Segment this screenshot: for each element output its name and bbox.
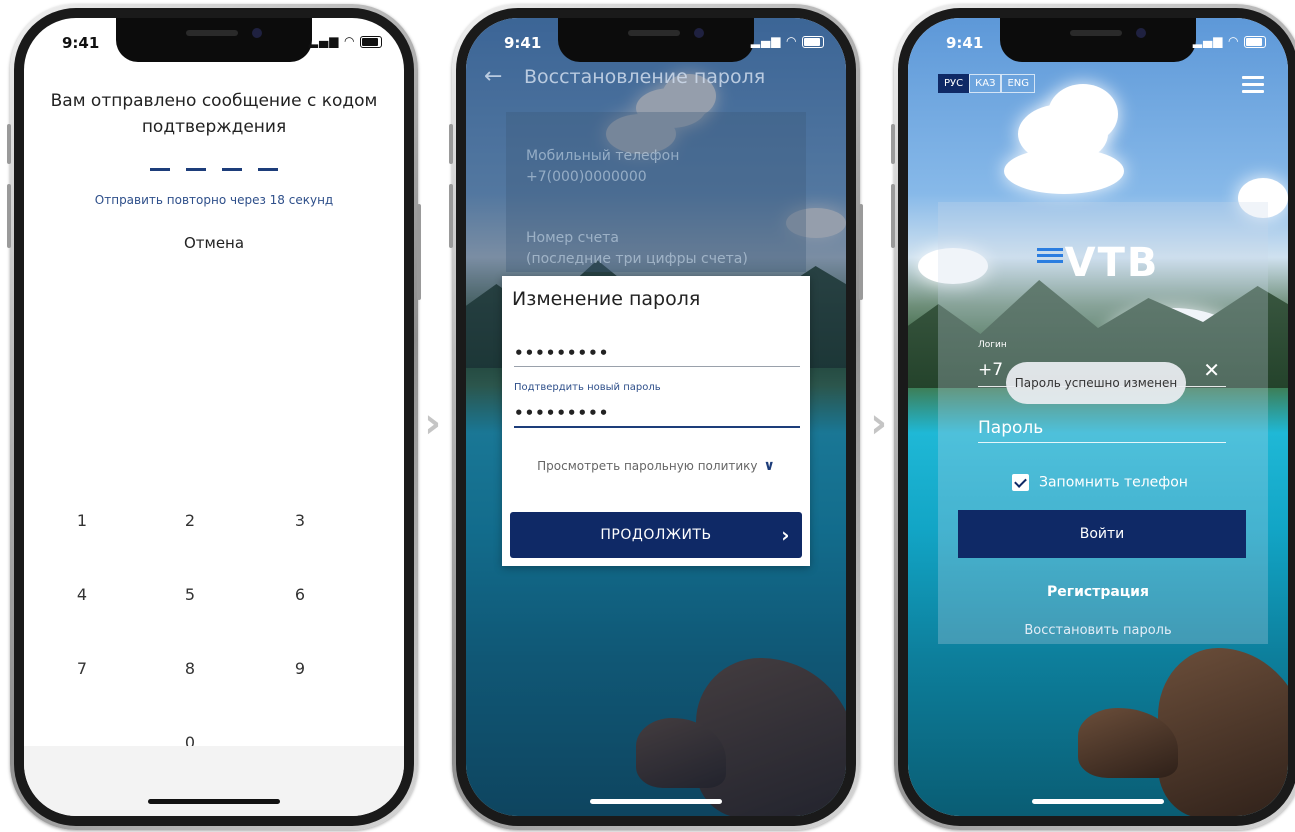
key-3[interactable]: 3 [280,511,320,530]
phone-field[interactable]: Мобильный телефон +7(000)0000000 [526,146,679,188]
screen-header: ← Восстановление пароля [484,64,836,94]
phone-frame-login: 9:41 ▂▄▆ ◠ РУС КАЗ ENG VTB Логин +7 ✕ Паро… [891,4,1295,830]
password-policy-toggle[interactable]: Просмотреть парольную политику ∨ [502,458,810,474]
key-9[interactable]: 9 [280,659,320,678]
logo-text: VTB [1064,240,1160,286]
status-bar: 9:41 ▂▄▆ ◠ [466,34,846,58]
page-title: Вам отправлено сообщение с кодом подтвер… [44,88,384,140]
key-8[interactable]: 8 [170,659,210,678]
language-switcher: РУС КАЗ ENG [938,74,1036,93]
account-field-label: Номер счета [526,230,619,246]
login-screen: 9:41 ▂▄▆ ◠ РУС КАЗ ENG VTB Логин +7 ✕ Паро… [908,18,1288,816]
keypad-bottom-area [24,746,404,816]
key-2[interactable]: 2 [170,511,210,530]
back-arrow-icon[interactable]: ← [484,64,502,89]
key-1[interactable]: 1 [62,511,102,530]
continue-button-label: ПРОДОЛЖИТЬ [600,527,712,543]
phone-frame-sms-code: 9:41 ▂▄▆ ◠ Вам отправлено сообщение с ко… [7,4,421,830]
key-6[interactable]: 6 [280,585,320,604]
account-field-hint: (последние три цифры счета) [526,251,748,267]
status-time: 9:41 [504,34,542,52]
success-toast: Пароль успешно изменен [1006,362,1186,404]
cancel-button[interactable]: Отмена [24,234,404,252]
vtb-logo: VTB [908,240,1288,286]
status-bar: 9:41 ▂▄▆ ◠ [24,34,404,58]
account-field[interactable]: Номер счета (последние три цифры счета) [526,228,748,270]
password-underline [978,442,1226,443]
logo-stripes-icon [1036,248,1063,266]
signal-wifi-battery-icon: ▂▄▆ ◠ [751,34,824,48]
signal-wifi-battery-icon: ▂▄▆ ◠ [1193,34,1266,48]
key-5[interactable]: 5 [170,585,210,604]
status-time: 9:41 [946,34,984,52]
home-indicator[interactable] [148,799,280,804]
confirm-password-input[interactable]: ••••••••• [514,404,800,428]
login-input[interactable]: +7 [978,360,1003,380]
code-digit-slot [186,168,206,171]
remember-phone-label: Запомнить телефон [1039,474,1188,491]
hamburger-menu-icon[interactable] [1242,76,1264,97]
lang-kaz-button[interactable]: КАЗ [969,74,1002,93]
checkbox-checked-icon[interactable] [1012,474,1029,491]
phone-field-label: Мобильный телефон [526,148,680,164]
title-line-1: Вам отправлено сообщение с кодом [50,91,378,111]
lang-eng-button[interactable]: ENG [1001,74,1036,93]
chevron-down-icon: ∨ [763,458,775,474]
recover-password-link[interactable]: Восстановить пароль [908,623,1288,638]
resend-code-link[interactable]: Отправить повторно через 18 секунд [24,193,404,207]
next-step-chevron-icon: › [424,398,442,447]
key-4[interactable]: 4 [62,585,102,604]
clear-input-icon[interactable]: ✕ [1203,358,1220,382]
password-change-screen: 9:41 ▂▄▆ ◠ ← Восстановление пароля Мобил… [466,18,846,816]
phone-frame-password-change: 9:41 ▂▄▆ ◠ ← Восстановление пароля Мобил… [449,4,863,830]
code-digit-slot [258,168,278,171]
title-line-2: подтверждения [141,117,287,137]
remember-phone-checkbox[interactable]: Запомнить телефон [1012,474,1188,491]
phone-field-value: +7(000)0000000 [526,169,647,185]
new-password-input[interactable]: ••••••••• [514,344,800,367]
login-label: Логин [978,340,1007,350]
lang-rus-button[interactable]: РУС [938,74,970,93]
sms-code-screen: 9:41 ▂▄▆ ◠ Вам отправлено сообщение с ко… [24,18,404,816]
register-link[interactable]: Регистрация [908,584,1288,600]
password-policy-link[interactable]: Просмотреть парольную политику [537,459,757,473]
header-title: Восстановление пароля [524,66,766,88]
status-time: 9:41 [62,34,100,52]
continue-button[interactable]: ПРОДОЛЖИТЬ › [510,512,802,558]
status-bar: 9:41 ▂▄▆ ◠ [908,34,1288,58]
home-indicator[interactable] [590,799,722,804]
chevron-right-icon: › [781,523,790,547]
change-password-dialog: Изменение пароля ••••••••• Подтвердить н… [502,276,810,566]
password-input[interactable]: Пароль [978,418,1043,438]
next-step-chevron-icon: › [870,398,888,447]
confirm-password-label: Подтвердить новый пароль [514,382,661,393]
dialog-title: Изменение пароля [512,288,701,310]
code-digit-slot [150,168,170,171]
code-input[interactable] [24,156,404,175]
code-digit-slot [222,168,242,171]
key-7[interactable]: 7 [62,659,102,678]
signal-wifi-battery-icon: ▂▄▆ ◠ [309,34,382,48]
login-button[interactable]: Войти [958,510,1246,558]
home-indicator[interactable] [1032,799,1164,804]
